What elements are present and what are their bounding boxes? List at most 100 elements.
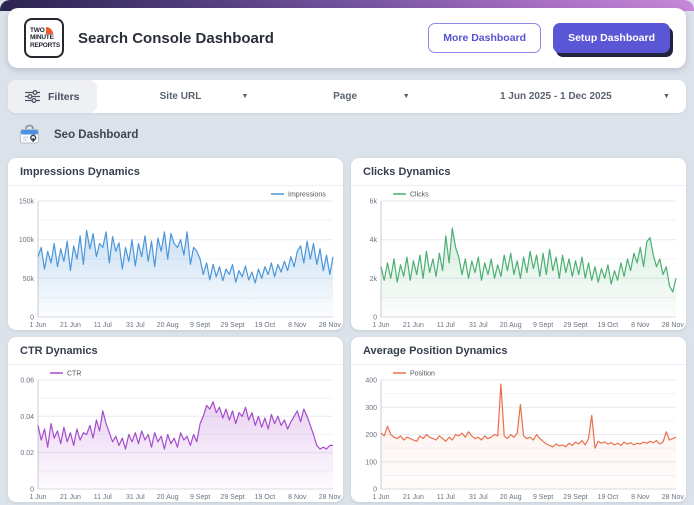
clicks-chart: 0 2k 4k 6k 1 Jun 21 Jun 11 Jul 31 Jul 20 Aug 9 Se… (351, 186, 686, 330)
svg-text:200: 200 (365, 432, 377, 439)
svg-text:28 Nov: 28 Nov (662, 322, 685, 329)
site-url-dropdown[interactable]: Site URL ▼ (97, 80, 265, 113)
chart-canvas: 0 0.02 0.04 0.06 1 Jun 21 Jun 11 Jul 31 Jul 20 A… (20, 371, 342, 502)
svg-text:29 Sept: 29 Sept (563, 494, 587, 501)
svg-text:0: 0 (373, 487, 377, 494)
svg-text:9 Sept: 9 Sept (533, 494, 553, 501)
svg-text:11 Jul: 11 Jul (94, 322, 113, 329)
chevron-down-icon: ▼ (663, 93, 670, 100)
ctr-chart: 0 0.02 0.04 0.06 1 Jun 21 Jun 11 Jul 31 Jul 20 A… (8, 365, 343, 502)
svg-text:Clicks: Clicks (410, 192, 429, 199)
svg-text:0.04: 0.04 (20, 414, 34, 421)
svg-text:0: 0 (30, 487, 34, 494)
svg-text:11 Jul: 11 Jul (94, 494, 113, 501)
svg-text:20 Aug: 20 Aug (157, 494, 179, 501)
svg-text:8 Nov: 8 Nov (288, 322, 307, 329)
section-title: Seo Dashboard (54, 128, 139, 141)
svg-text:20 Aug: 20 Aug (500, 494, 522, 501)
svg-text:9 Sept: 9 Sept (190, 322, 210, 329)
site-url-label: Site URL (159, 91, 202, 102)
more-dashboard-button[interactable]: More Dashboard (428, 23, 542, 53)
date-range-value: 1 Jun 2025 - 1 Dec 2025 (499, 91, 612, 102)
svg-text:8 Nov: 8 Nov (631, 322, 650, 329)
svg-text:21 Jun: 21 Jun (403, 494, 424, 501)
chevron-down-icon: ▼ (241, 93, 249, 100)
svg-text:19 Oct: 19 Oct (255, 322, 276, 329)
svg-text:21 Jun: 21 Jun (60, 494, 81, 501)
position-chart-card: Average Position Dynamics 0 100 200 300 400 1… (351, 337, 686, 502)
position-chart: 0 100 200 300 400 1 Jun 21 Jun 11 Jul 31 Jul 20 A… (351, 365, 686, 502)
charts-grid: Impressions Dynamics 0 50k 100k 150k 1 Jun 21… (8, 158, 686, 502)
svg-text:28 Nov: 28 Nov (319, 494, 342, 501)
svg-text:CTR: CTR (67, 371, 81, 378)
two-minute-reports-logo: TWO MINUTE REPORTS (24, 18, 64, 58)
date-range-dropdown[interactable]: 1 Jun 2025 - 1 Dec 2025 ▼ (426, 80, 686, 113)
svg-text:4k: 4k (370, 237, 378, 244)
impressions-chart: 0 50k 100k 150k 1 Jun 21 Jun 11 Jul 31 Jul 20 Au… (8, 186, 343, 330)
svg-text:0: 0 (373, 315, 377, 322)
svg-text:1 Jun: 1 Jun (29, 494, 46, 501)
svg-text:400: 400 (365, 378, 377, 385)
svg-text:29 Sept: 29 Sept (220, 494, 244, 501)
impressions-chart-card: Impressions Dynamics 0 50k 100k 150k 1 Jun 21… (8, 158, 343, 330)
svg-text:19 Oct: 19 Oct (598, 322, 619, 329)
svg-text:100: 100 (365, 459, 377, 466)
svg-text:150k: 150k (19, 199, 35, 206)
header-actions: More Dashboard Setup Dashboard (428, 23, 670, 53)
ctr-chart-card: CTR Dynamics 0 0.02 0.04 0.06 1 Jun 21 Jun 11 … (8, 337, 343, 502)
svg-text:Impressions: Impressions (288, 192, 326, 199)
svg-text:8 Nov: 8 Nov (631, 494, 650, 501)
svg-text:0: 0 (30, 315, 34, 322)
sliders-icon (25, 90, 40, 103)
svg-text:28 Nov: 28 Nov (319, 322, 342, 329)
svg-text:31 Jul: 31 Jul (126, 494, 145, 501)
svg-text:8 Nov: 8 Nov (288, 494, 307, 501)
chart-title: Impressions Dynamics (8, 158, 343, 186)
svg-text:100k: 100k (19, 237, 35, 244)
header: TWO MINUTE REPORTS Search Console Dashbo… (8, 8, 686, 68)
setup-dashboard-button[interactable]: Setup Dashboard (553, 23, 670, 53)
svg-text:1 Jun: 1 Jun (372, 494, 389, 501)
chart-canvas: 0 50k 100k 150k 1 Jun 21 Jun 11 Jul 31 Jul 20 Au… (19, 192, 342, 330)
svg-text:0.02: 0.02 (20, 450, 34, 457)
svg-text:31 Jul: 31 Jul (469, 322, 488, 329)
clicks-chart-card: Clicks Dynamics 0 2k 4k 6k 1 Jun 21 Jun 11 Jul… (351, 158, 686, 330)
chevron-down-icon: ▼ (402, 93, 410, 100)
svg-text:28 Nov: 28 Nov (662, 494, 685, 501)
chart-canvas: 0 2k 4k 6k 1 Jun 21 Jun 11 Jul 31 Jul 20 Aug 9 Se… (370, 192, 685, 330)
svg-text:21 Jun: 21 Jun (60, 322, 81, 329)
filters-bar: Filters Site URL ▼ Page ▼ 1 Jun 2025 - 1… (8, 80, 686, 113)
page-dropdown[interactable]: Page ▼ (264, 80, 425, 113)
svg-text:50k: 50k (23, 276, 35, 283)
chart-canvas: 0 100 200 300 400 1 Jun 21 Jun 11 Jul 31 Jul 20 A… (365, 371, 685, 502)
svg-text:1 Jun: 1 Jun (29, 322, 46, 329)
chart-title: CTR Dynamics (8, 337, 343, 365)
svg-text:6k: 6k (370, 199, 378, 206)
dashboard-app: TWO MINUTE REPORTS Search Console Dashbo… (0, 0, 694, 505)
filters-toggle[interactable]: Filters (8, 80, 97, 113)
filters-label: Filters (48, 90, 80, 103)
page-label: Page (333, 91, 358, 102)
chart-title: Clicks Dynamics (351, 158, 686, 186)
logo-line-1: TWO (30, 26, 45, 34)
svg-text:20 Aug: 20 Aug (157, 322, 179, 329)
svg-text:11 Jul: 11 Jul (437, 322, 456, 329)
svg-text:Position: Position (410, 371, 435, 378)
svg-text:19 Oct: 19 Oct (255, 494, 276, 501)
svg-text:21 Jun: 21 Jun (403, 322, 424, 329)
search-console-toolbox-icon (20, 124, 39, 144)
svg-text:1 Jun: 1 Jun (372, 322, 389, 329)
page-title: Search Console Dashboard (78, 29, 274, 47)
svg-text:20 Aug: 20 Aug (500, 322, 522, 329)
svg-text:29 Sept: 29 Sept (220, 322, 244, 329)
svg-text:9 Sept: 9 Sept (533, 322, 553, 329)
section-header: Seo Dashboard (18, 124, 138, 145)
svg-text:31 Jul: 31 Jul (469, 494, 488, 501)
logo-wedge-icon (45, 26, 53, 34)
svg-text:31 Jul: 31 Jul (126, 322, 145, 329)
svg-text:0.06: 0.06 (20, 378, 34, 385)
svg-text:300: 300 (365, 405, 377, 412)
chart-title: Average Position Dynamics (351, 337, 686, 365)
logo-line-2: MINUTE (30, 34, 54, 42)
svg-text:29 Sept: 29 Sept (563, 322, 587, 329)
